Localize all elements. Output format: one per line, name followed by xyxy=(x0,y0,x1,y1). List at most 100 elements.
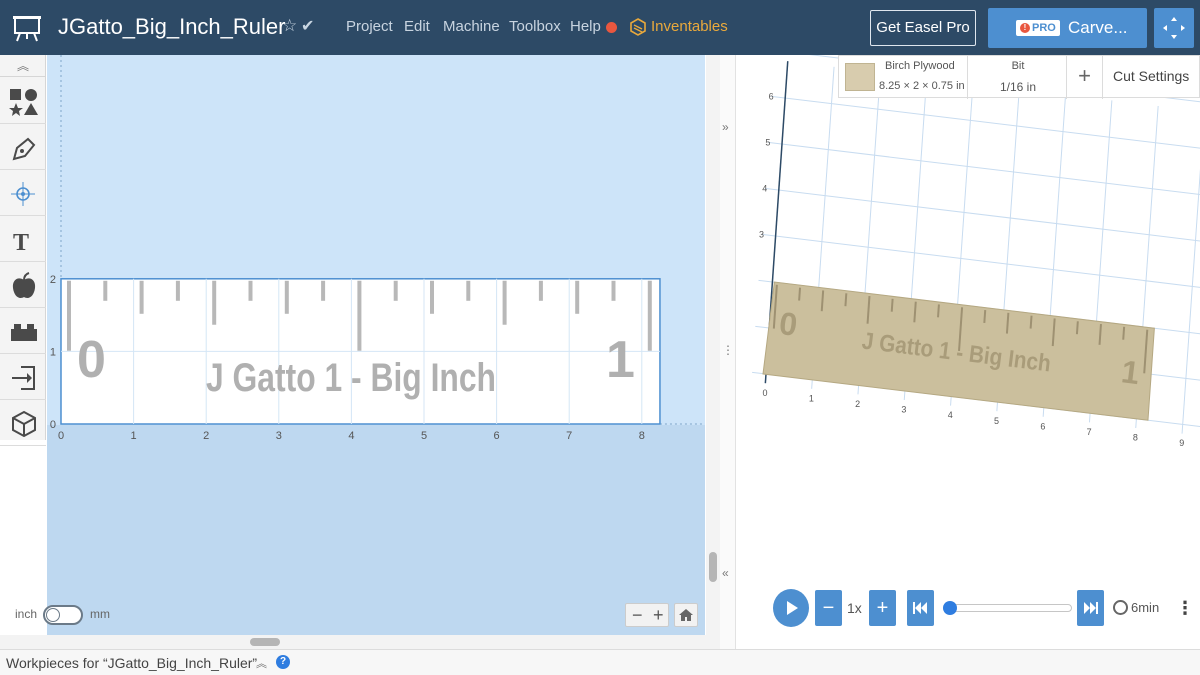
3d-tool[interactable] xyxy=(0,400,46,446)
carve-preview[interactable]: 01J Gatto 1 - Big Inch 0 1 2 3 4 5 6 7 8 9 3 4 5 6 xyxy=(736,55,1200,649)
preview-grid-line xyxy=(1181,168,1200,434)
preview-ruler-tick xyxy=(1029,315,1033,329)
preview-x-label: 3 xyxy=(901,405,906,415)
lego-icon xyxy=(11,324,37,341)
shapes-tool[interactable] xyxy=(0,78,46,124)
x-axis-label: 6 xyxy=(494,430,500,442)
menu-toolbox[interactable]: Toolbox xyxy=(509,18,561,35)
preview-ruler-tick xyxy=(937,304,940,318)
play-icon xyxy=(787,601,798,615)
material-name[interactable]: Birch Plywood xyxy=(885,60,955,72)
more-options-icon[interactable]: ⋮ xyxy=(1176,598,1194,619)
horizontal-scroll-thumb[interactable] xyxy=(250,638,280,646)
menu-help[interactable]: Help xyxy=(570,18,601,35)
help-icon[interactable]: ? xyxy=(276,655,290,669)
shapes-icon xyxy=(9,89,38,116)
preview-x-label: 5 xyxy=(994,416,999,426)
home-icon xyxy=(679,609,693,621)
preview-x-label: 8 xyxy=(1133,433,1138,443)
playback-slider[interactable] xyxy=(946,604,1072,612)
menu-edit[interactable]: Edit xyxy=(404,18,430,35)
design-canvas-drawing: 0 1 J Gatto 1 - Big Inch 0 1 2 3 4 5 6 7 8 0 1 2 xyxy=(50,55,705,442)
cube-icon xyxy=(12,410,36,438)
bit-selector[interactable]: Bit 1/16 in xyxy=(967,56,1067,99)
vertical-scroll-thumb[interactable] xyxy=(709,552,717,582)
components-tool[interactable] xyxy=(0,308,46,354)
canvas-horizontal-scrollbar[interactable] xyxy=(0,635,720,649)
x-axis-label: 4 xyxy=(348,430,354,442)
rewind-button[interactable] xyxy=(907,590,934,626)
point-tool[interactable] xyxy=(0,170,46,216)
expand-up-icon[interactable]: ︽ xyxy=(256,655,267,671)
point-icon xyxy=(11,182,35,206)
toggle-knob[interactable] xyxy=(46,608,60,622)
zoom-in-icon[interactable]: + xyxy=(653,605,664,626)
cut-settings-button[interactable]: Cut Settings xyxy=(1113,68,1189,84)
carve-time: 6min xyxy=(1131,600,1160,615)
preview-ruler-tick xyxy=(798,287,802,301)
drag-handle-icon[interactable]: ⋮ xyxy=(722,343,734,357)
get-easel-pro-button[interactable]: Get Easel Pro xyxy=(870,10,976,46)
panel-divider[interactable]: » ⋮ « xyxy=(720,55,736,649)
material-dimensions[interactable]: 8.25 × 2 × 0.75 in xyxy=(879,80,967,92)
preview-ruler-tick xyxy=(844,293,848,307)
text-icon: T xyxy=(13,230,29,255)
home-view-button[interactable] xyxy=(674,603,698,627)
slower-button[interactable]: − xyxy=(815,590,842,626)
clock-icon xyxy=(1113,600,1128,615)
expand-left-icon[interactable]: « xyxy=(722,566,729,580)
ruler-label-text: J Gatto 1 - Big Inch xyxy=(206,356,496,400)
easel-logo-icon[interactable] xyxy=(12,14,42,42)
inventables-link[interactable]: Inventables xyxy=(651,18,728,35)
preview-3d-drawing: 01J Gatto 1 - Big Inch01234567893456 xyxy=(752,55,1200,448)
skip-to-end-button[interactable] xyxy=(1077,590,1104,626)
faster-button[interactable]: + xyxy=(869,590,896,626)
design-canvas[interactable]: 0 1 J Gatto 1 - Big Inch 0 1 2 3 4 5 6 7 8 0 1 2 xyxy=(47,55,705,635)
preview-y-label: 3 xyxy=(759,230,764,240)
fullscreen-button[interactable] xyxy=(1154,8,1194,48)
collapse-toolbar-icon[interactable]: ︽ xyxy=(0,55,46,77)
preview-grid-line xyxy=(764,187,1200,242)
add-bit-button[interactable]: + xyxy=(1067,56,1103,99)
expand-right-icon[interactable]: » xyxy=(722,120,729,134)
unit-mm-label: mm xyxy=(90,607,110,621)
preview-x-label: 9 xyxy=(1179,438,1184,448)
playback-slider-knob[interactable] xyxy=(943,601,957,615)
menu-project[interactable]: Project xyxy=(346,18,393,35)
bit-value: 1/16 in xyxy=(999,80,1037,94)
preview-grid-line xyxy=(761,233,1200,288)
y-axis-label: 0 xyxy=(50,419,56,431)
workpieces-label[interactable]: Workpieces for “JGatto_Big_Inch_Ruler” xyxy=(6,655,257,671)
unit-inch-label: inch xyxy=(15,607,38,621)
notification-dot xyxy=(606,22,617,33)
play-button[interactable] xyxy=(773,589,809,627)
svg-text:T: T xyxy=(13,230,29,255)
skip-back-icon xyxy=(913,602,927,614)
preview-ruler-tick xyxy=(983,309,987,324)
menu-machine[interactable]: Machine xyxy=(443,18,500,35)
x-axis-label: 1 xyxy=(131,430,137,442)
x-axis-label: 0 xyxy=(58,430,64,442)
preview-grid-line xyxy=(768,141,1200,196)
workpieces-bar[interactable]: Workpieces for “JGatto_Big_Inch_Ruler” ︽ xyxy=(0,649,1200,675)
material-bar: Birch Plywood 8.25 × 2 × 0.75 in Bit 1/1… xyxy=(838,55,1200,99)
preview-grid-line xyxy=(771,95,1200,149)
y-axis-label: 1 xyxy=(50,346,56,358)
carve-button[interactable]: ! PRO Carve... xyxy=(988,8,1147,48)
text-tool[interactable]: T xyxy=(0,216,46,262)
ruler-digit-one: 1 xyxy=(606,331,635,389)
canvas-vertical-scrollbar[interactable] xyxy=(706,55,720,635)
check-icon: ✔ xyxy=(301,18,315,35)
zoom-out-icon[interactable]: − xyxy=(632,605,643,626)
skip-forward-icon xyxy=(1084,602,1098,614)
import-tool[interactable] xyxy=(0,354,46,400)
pen-tool[interactable] xyxy=(0,124,46,170)
preview-x-label: 6 xyxy=(1040,421,1045,431)
material-swatch[interactable] xyxy=(845,63,875,91)
star-icon[interactable]: ☆ xyxy=(282,16,297,36)
preview-ruler-tick xyxy=(1122,326,1126,340)
pro-badge: ! PRO xyxy=(1016,20,1060,36)
project-title[interactable]: JGatto_Big_Inch_Ruler xyxy=(58,14,285,40)
apps-tool[interactable] xyxy=(0,262,46,308)
unit-toggle-switch[interactable] xyxy=(43,605,83,625)
